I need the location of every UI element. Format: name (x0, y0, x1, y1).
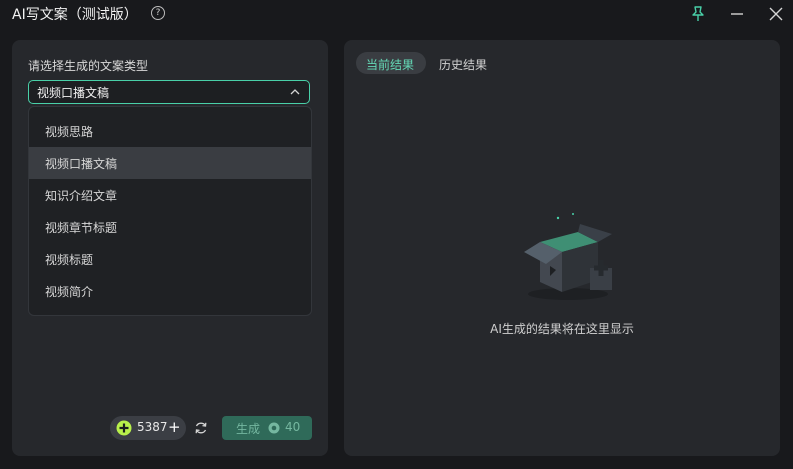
dropdown-option-video-script[interactable]: 视频口播文稿 (29, 147, 311, 179)
empty-state-text: AI生成的结果将在这里显示 (490, 322, 634, 336)
pin-icon[interactable] (689, 5, 707, 23)
dropdown-option-label: 知识介绍文章 (45, 189, 118, 203)
tab-current-result[interactable]: 当前结果 (356, 52, 426, 74)
close-icon[interactable] (767, 5, 785, 23)
dropdown-option-label: 视频章节标题 (45, 221, 118, 235)
window-title: AI写文案（测试版） (12, 7, 138, 23)
title-bar: AI写文案（测试版） ? (0, 0, 793, 28)
add-credits-icon[interactable]: + (168, 418, 181, 436)
tab-history-result[interactable]: 历史结果 (429, 52, 491, 74)
chevron-up-icon (290, 89, 300, 95)
dropdown-option-video-ideas[interactable]: 视频思路 (29, 115, 311, 147)
dropdown-option-label: 视频口播文稿 (45, 157, 118, 171)
generate-cost: 40 (285, 420, 301, 434)
credit-icon (116, 420, 132, 436)
dropdown-option-label: 视频简介 (45, 285, 94, 299)
dropdown-option-video-intro[interactable]: 视频简介 (29, 275, 311, 307)
result-panel: 当前结果 历史结果 AI生成的结果将在这里显示 (344, 40, 780, 456)
minimize-icon[interactable] (728, 5, 746, 23)
empty-box-icon (524, 213, 612, 300)
dropdown-option-label: 视频标题 (45, 253, 94, 267)
generate-button[interactable]: 生成 40 (222, 416, 312, 440)
dropdown-option-video-title[interactable]: 视频标题 (29, 243, 311, 275)
dropdown-option-knowledge-article[interactable]: 知识介绍文章 (29, 179, 311, 211)
credit-balance-button[interactable]: 5387 + (110, 416, 186, 440)
generate-label: 生成 (236, 422, 261, 436)
help-icon[interactable]: ? (151, 6, 165, 20)
dropdown-option-label: 视频思路 (45, 125, 94, 139)
copy-type-panel: 请选择生成的文案类型 视频口播文稿 视频思路 视频口播文稿 知识介绍文章 视频章… (12, 40, 328, 456)
copy-type-dropdown: 视频思路 视频口播文稿 知识介绍文章 视频章节标题 视频标题 视频简介 (28, 106, 312, 316)
tab-label: 当前结果 (366, 58, 415, 72)
coin-icon (268, 422, 280, 434)
dropdown-option-chapter-titles[interactable]: 视频章节标题 (29, 211, 311, 243)
copy-type-select[interactable]: 视频口播文稿 (28, 80, 310, 104)
tab-label: 历史结果 (439, 58, 488, 72)
copy-type-selected-value: 视频口播文稿 (37, 86, 110, 100)
refresh-icon[interactable] (193, 420, 209, 436)
copy-type-prompt: 请选择生成的文案类型 (28, 59, 149, 73)
credit-count: 5387 (137, 420, 168, 434)
